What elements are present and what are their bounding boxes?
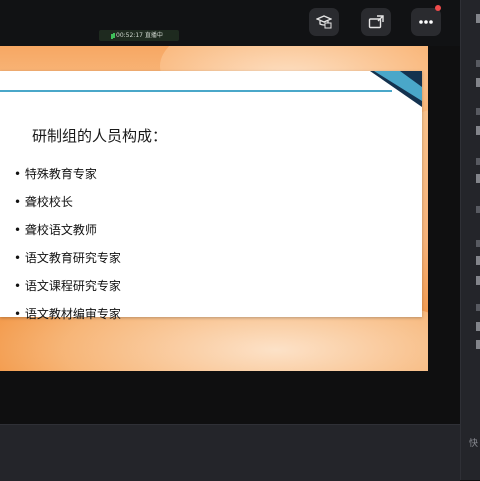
truncated-text [476, 126, 480, 135]
live-status-pill: 00:52:17 直播中 [99, 30, 179, 41]
notification-dot [435, 5, 441, 11]
list-item: • 语文教育研究专家 [14, 251, 121, 265]
list-item: • 聋校语文教师 [14, 223, 97, 237]
truncated-text [476, 78, 480, 87]
more-icon [419, 20, 433, 24]
slide-corner-decoration [370, 71, 422, 107]
list-item: • 特殊教育专家 [14, 167, 97, 181]
screen-share-button[interactable] [361, 8, 391, 36]
truncated-text [476, 256, 480, 265]
truncated-text [476, 240, 480, 247]
truncated-text [476, 276, 480, 285]
student-cap-icon [316, 15, 332, 29]
slide-accent-line [0, 90, 392, 92]
signal-icon [113, 33, 115, 38]
slide-content-card: 研制组的人员构成： • 特殊教育专家 • 聋校校长 • 聋校语文教师 • 语文教… [0, 71, 422, 321]
shared-slide: 研制组的人员构成： • 特殊教育专家 • 聋校校长 • 聋校语文教师 • 语文教… [0, 46, 428, 371]
side-panel-footer-label: 快 [469, 439, 479, 449]
screen-share-icon [368, 15, 384, 29]
list-item: • 语文课程研究专家 [14, 279, 121, 293]
truncated-text [476, 206, 480, 213]
truncated-text [476, 158, 480, 165]
more-button[interactable] [411, 8, 441, 36]
slide-title: 研制组的人员构成： [32, 127, 168, 145]
bottom-toolbar [0, 424, 460, 481]
list-item: • 聋校校长 [14, 195, 73, 209]
bullet-list: • 特殊教育专家 • 聋校校长 • 聋校语文教师 • 语文教育研究专家 • 语文… [14, 167, 121, 335]
list-item: • 语文教材编审专家 [14, 307, 121, 321]
truncated-text [476, 108, 480, 115]
truncated-text [476, 322, 480, 331]
top-toolbar [0, 0, 460, 46]
student-cap-button[interactable] [309, 8, 339, 36]
live-status-text: 00:52:17 直播中 [116, 32, 163, 39]
truncated-text [476, 340, 480, 349]
truncated-text [476, 60, 480, 67]
truncated-text [476, 174, 480, 183]
truncated-text [476, 14, 480, 23]
truncated-text [476, 304, 480, 311]
